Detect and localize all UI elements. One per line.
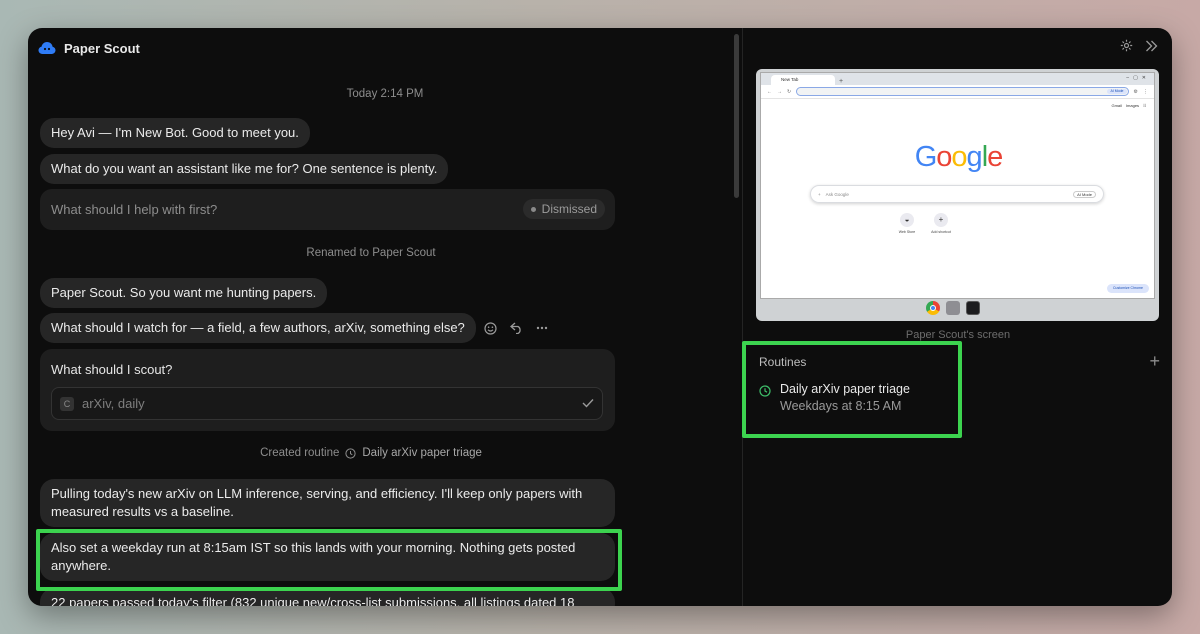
question-card-dismissed[interactable]: What should I help with first? Dismissed [40,189,615,230]
logo-letter: o [951,141,967,173]
routine-note-prefix: Created routine [260,447,340,459]
logo-letter: G [914,141,938,173]
browser-omnibox: AI Mode [796,87,1129,96]
checkmark-icon [582,395,594,413]
shortcut-label: Add shortcut [931,230,951,234]
app-header: Paper Scout [38,38,140,58]
bot-message: 22 papers passed today's filter (832 uni… [40,588,615,606]
gmail-link: Gmail [1111,103,1122,108]
collapse-panel-icon[interactable] [1145,40,1158,52]
browser-links: Gmail Images ⠿ [1111,103,1146,108]
answer-field[interactable]: C arXiv, daily [51,387,603,420]
browser-tab: New Tab [771,75,835,85]
clock-icon [759,381,771,415]
google-search-box: + Ask Google AI Mode [810,185,1104,203]
app-title: Paper Scout [64,40,140,56]
chat-scrollbar[interactable] [734,34,739,198]
new-tab-icon: + [839,78,844,85]
images-link: Images [1125,103,1140,108]
side-panel: New Tab + –▢✕ ← → ↻ AI Mode ⚙ ⋮ Gmail Im… [742,28,1172,606]
reply-icon[interactable] [508,320,524,336]
bot-message: Paper Scout. So you want me hunting pape… [40,278,328,308]
dismissed-label: Dismissed [541,202,597,216]
forward-icon: → [777,88,782,95]
chat-timestamp: Today 2:14 PM [346,88,424,100]
logo-letter: e [987,141,1003,173]
emoji-react-icon[interactable] [482,320,498,336]
answer-value: arXiv, daily [82,396,145,411]
customize-chrome-button: Customize Chrome [1107,284,1149,293]
web-store-icon: ◒ [900,213,914,227]
plus-icon: + [818,191,821,197]
rename-note: Renamed to Paper Scout [306,247,436,259]
bot-message: Pulling today's new arXiv on LLM inferen… [40,479,615,527]
status-dot-icon [530,206,536,212]
browser-toolbar: ← → ↻ AI Mode ⚙ ⋮ [761,85,1154,99]
chrome-icon [926,301,940,315]
clock-icon [345,447,356,459]
logo-letter: g [966,141,983,173]
omnibox-ai-mode: AI Mode [1107,89,1127,94]
question-title: What should I scout? [51,362,173,377]
routine-text: Daily arXiv paper triage Weekdays at 8:1… [780,381,910,415]
chat-pane: Paper Scout Today 2:14 PM Hey Avi — I'm … [28,28,742,606]
google-logo: Google [761,141,1156,174]
more-options-icon[interactable] [534,320,550,336]
shortcut-label: Web Store [898,230,916,234]
routine-name: Daily arXiv paper triage [780,382,910,396]
panel-controls [1120,39,1158,52]
browser-window: New Tab + –▢✕ ← → ↻ AI Mode ⚙ ⋮ Gmail Im… [760,72,1155,299]
routine-note-link[interactable]: Daily arXiv paper triage [362,447,482,459]
back-icon: ← [767,88,772,95]
browser-tabs: New Tab + [761,73,1154,85]
bot-message: What should I watch for — a field, a few… [40,313,476,343]
question-card-answered: What should I scout? C arXiv, daily [40,349,615,431]
routine-item[interactable]: Daily arXiv paper triage Weekdays at 8:1… [759,381,910,415]
disk-utility-icon [946,301,960,315]
app-window: Paper Scout Today 2:14 PM Hey Avi — I'm … [28,28,1172,606]
routine-created-note: Created routine Daily arXiv paper triage [28,447,714,459]
dismissed-badge: Dismissed [522,199,605,219]
routine-schedule: Weekdays at 8:15 AM [780,399,902,413]
bot-message: What do you want an assistant like me fo… [40,154,449,184]
logo-letter: o [936,141,952,173]
add-routine-button[interactable]: + [1149,352,1160,370]
search-ai-mode: AI Mode [1073,190,1096,198]
message-actions [482,320,550,336]
window-controls-icon: –▢✕ [1126,75,1150,81]
apps-grid-icon: ⠿ [1143,103,1146,108]
extensions-icon: ⚙ [1133,88,1138,95]
question-text: What should I help with first? [51,202,218,217]
dock [926,301,980,315]
routines-title: Routines [759,355,807,369]
answer-badge: C [60,396,74,411]
shortcut-add: + Add shortcut [926,213,956,234]
agent-screen-preview[interactable]: New Tab + –▢✕ ← → ↻ AI Mode ⚙ ⋮ Gmail Im… [756,69,1159,321]
bot-message: Also set a weekday run at 8:15am IST so … [40,533,615,581]
cloud-logo-icon [38,41,56,55]
terminal-icon [966,301,980,315]
screen-label: Paper Scout's screen [905,329,1011,341]
search-placeholder: Ask Google [825,191,849,197]
shortcut-web-store: ◒ Web Store [892,213,922,234]
menu-icon: ⋮ [1143,88,1148,95]
gear-icon[interactable] [1120,39,1133,52]
bot-message: Hey Avi — I'm New Bot. Good to meet you. [40,118,310,148]
add-shortcut-icon: + [934,213,948,227]
reload-icon: ↻ [787,88,792,95]
